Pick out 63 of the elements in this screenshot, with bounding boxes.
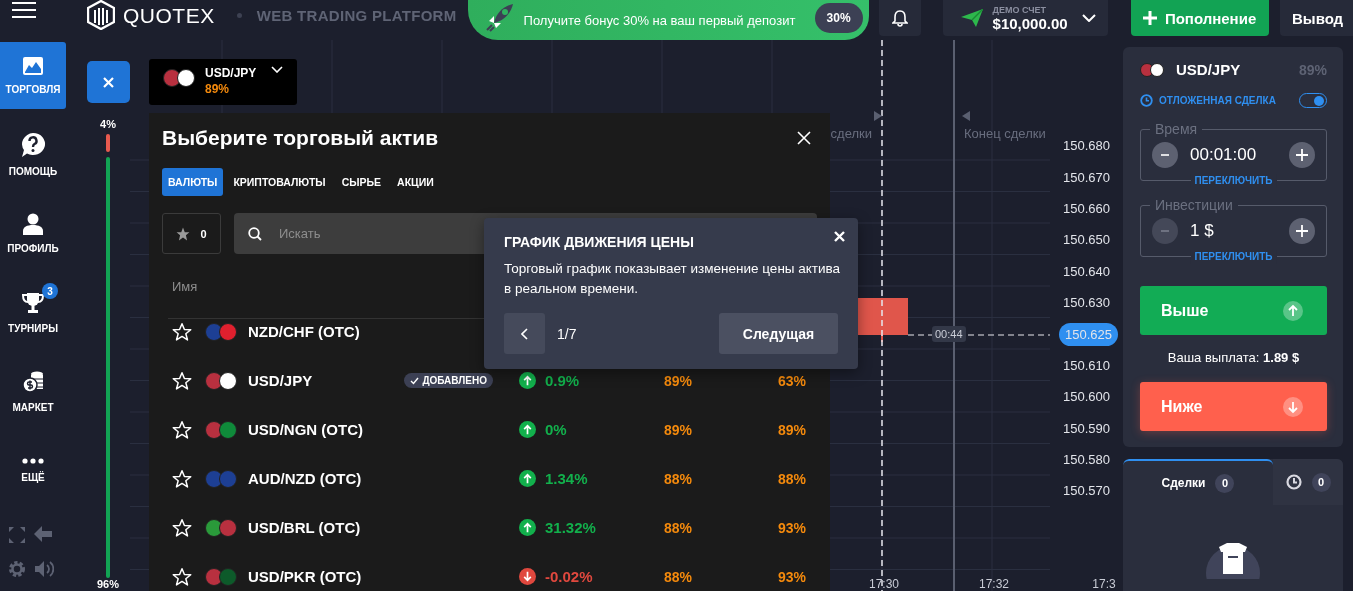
bonus-text: Получите бонус 30% на ваш первый депозит [523,12,797,28]
asset-name: USD/BRL (OTC) [248,519,362,536]
price-label: 150.650 [1062,231,1110,250]
sentiment-percent: 4% [100,118,116,130]
price-label: 150.630 [1062,294,1110,313]
price-label: 150.660 [1062,199,1110,218]
payout-text: Ваша выплата: 1.89 $ [1166,350,1301,365]
payout-percent: 89% [664,421,693,438]
change-percent: 31.32% [545,519,596,536]
payout-percent: 89% [205,82,230,96]
account-type: ДЕМО СЧЕТ [992,4,1047,15]
current-price: 150.625 [1059,322,1118,346]
logo-text: QUOTEX [123,4,215,28]
table-cell: 89% [778,421,807,438]
pending-trade-label: ОТЛОЖЕННАЯ СДЕЛКА [1159,95,1277,106]
trade-end-label: Конец сделки [964,126,1046,141]
added-badge: ДОБАВЛЕНО [404,373,493,388]
countdown-timer: 00:44 [932,326,966,342]
column-header: Имя [172,278,198,294]
payout-percent: 88% [664,470,693,487]
count-badge: 3 [42,283,58,299]
field-value: 1 $ [1190,221,1215,241]
table-cell: 93% [778,519,807,536]
table-cell: 93% [778,568,807,585]
bonus-percent: 30% [814,3,863,33]
asset-name: USD/JPY [1176,61,1242,78]
price-label: 150.600 [1062,388,1110,407]
payout-percent: 88% [664,568,693,585]
price-label: 150.570 [1062,482,1110,501]
time-label: 17:3 [1092,577,1116,591]
price-label: 150.640 [1062,262,1110,281]
tagline: WEB TRADING PLATFORM [256,7,457,24]
change-percent: 1.34% [545,470,588,487]
table-cell: 88% [778,470,807,487]
time-label: 17:30 [869,577,899,591]
account-balance: $10,000.00 [992,14,1068,32]
change-percent: -0.02% [545,568,593,585]
tooltip-title: ГРАФИК ДВИЖЕНИЯ ЦЕНЫ [504,234,695,250]
change-percent: 0% [545,421,567,438]
trade-start-label: сделки [830,126,872,141]
field-value: 00:01:00 [1190,145,1258,165]
change-percent: 0.9% [545,372,580,389]
sentiment-percent: 96% [97,578,119,590]
price-label: 150.590 [1062,419,1110,438]
asset-name: USD/NGN (OTC) [248,421,364,438]
asset-name: USD/PKR (OTC) [248,568,363,585]
dialog-title: Выберите торговый актив [162,126,439,150]
time-label: 17:32 [979,577,1009,591]
payout-percent: 88% [664,519,693,536]
asset-name: USD/JPY [205,66,257,80]
price-label: 150.580 [1062,451,1110,470]
asset-name: AUD/NZD (OTC) [248,470,363,487]
payout-percent: 89% [664,372,693,389]
table-cell: 63% [778,372,807,389]
asset-name: USD/JPY [248,372,314,389]
asset-name: NZD/CHF (OTC) [248,323,361,340]
price-label: 150.610 [1062,356,1110,375]
price-label: 150.680 [1062,137,1110,156]
tooltip-text: Торговый график показывает изменение цены актива в реальном времени. [504,260,842,298]
price-label: 150.670 [1062,168,1110,187]
count-badge: 0 [1215,473,1235,493]
step-counter: 1/7 [557,325,578,342]
count-badge: 0 [1311,472,1331,492]
